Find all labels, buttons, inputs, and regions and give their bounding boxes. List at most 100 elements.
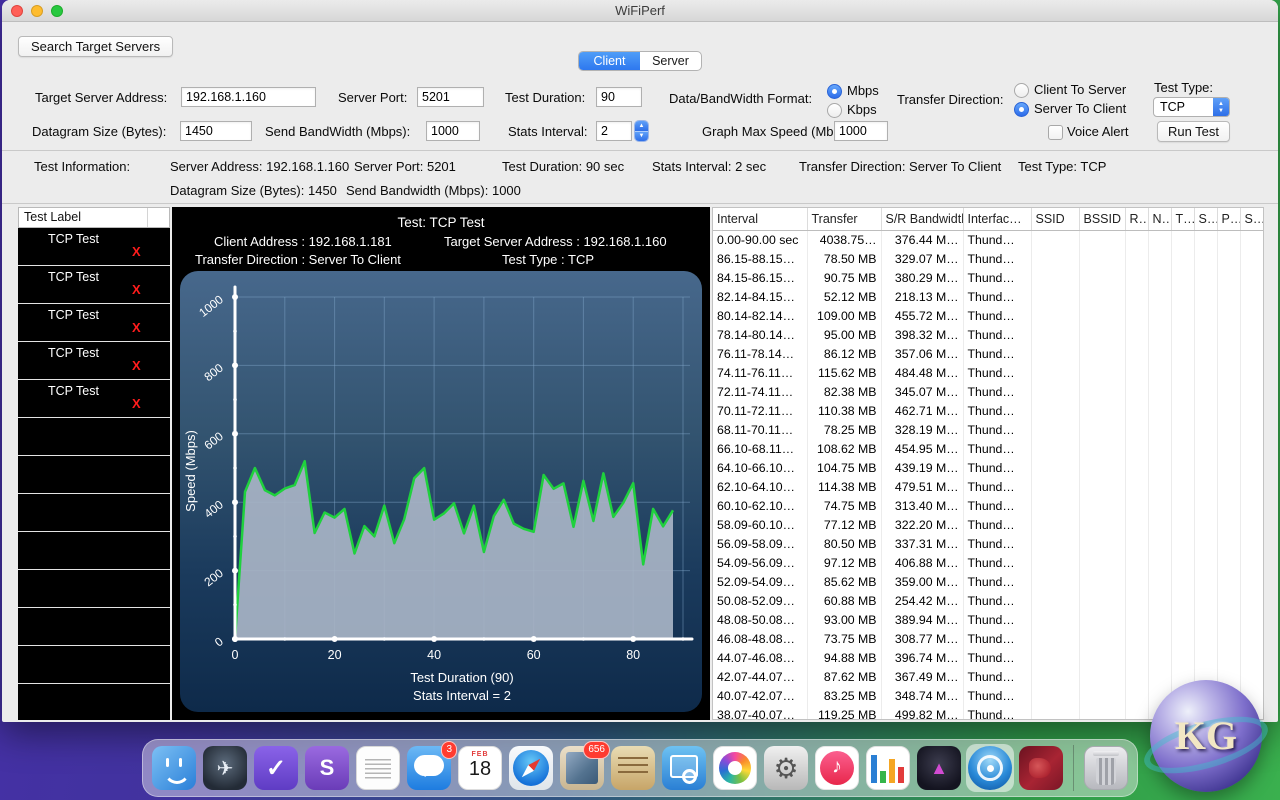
column-header[interactable]: Interfac… bbox=[963, 208, 1031, 230]
test-label-row[interactable]: TCP TestX bbox=[18, 228, 170, 266]
dock-item-notes[interactable] bbox=[609, 744, 657, 792]
interval-row[interactable]: 84.15-86.15…90.75 MB380.29 M…Thund… bbox=[713, 268, 1263, 287]
interval-row[interactable]: 62.10-64.10…114.38 MB479.51 M…Thund… bbox=[713, 477, 1263, 496]
dock-item-messages[interactable]: 3 bbox=[405, 744, 453, 792]
graph-max-speed-input[interactable] bbox=[834, 121, 888, 141]
dock-item-s-app[interactable]: S bbox=[303, 744, 351, 792]
dock-item-photos[interactable] bbox=[711, 744, 759, 792]
dock-item-stamps-app[interactable]: 656 bbox=[558, 744, 606, 792]
interval-row[interactable]: 64.10-66.10…104.75 MB439.19 M…Thund… bbox=[713, 458, 1263, 477]
interval-cell: 48.08-50.08… bbox=[713, 610, 807, 629]
column-header[interactable]: SSID bbox=[1031, 208, 1079, 230]
interval-cell: Thund… bbox=[963, 401, 1031, 420]
interval-row[interactable]: 46.08-48.08…73.75 MB308.77 M…Thund… bbox=[713, 629, 1263, 648]
radio-mbps[interactable] bbox=[827, 84, 842, 99]
interval-row[interactable]: 68.11-70.11…78.25 MB328.19 M…Thund… bbox=[713, 420, 1263, 439]
interval-cell bbox=[1194, 515, 1217, 534]
column-header[interactable]: BSSID bbox=[1079, 208, 1125, 230]
speed-chart: 02004006008001000020406080Speed (Mbps)Te… bbox=[180, 271, 702, 712]
interval-row[interactable]: 60.10-62.10…74.75 MB313.40 M…Thund… bbox=[713, 496, 1263, 515]
interval-row[interactable]: 82.14-84.15…52.12 MB218.13 M…Thund… bbox=[713, 287, 1263, 306]
interval-cell bbox=[1031, 325, 1079, 344]
interval-row[interactable]: 72.11-74.11…82.38 MB345.07 M…Thund… bbox=[713, 382, 1263, 401]
delete-test-icon[interactable]: X bbox=[132, 396, 141, 411]
test-duration-input[interactable] bbox=[596, 87, 642, 107]
column-header[interactable]: S/R Bandwidth bbox=[881, 208, 963, 230]
column-header[interactable]: N… bbox=[1148, 208, 1171, 230]
close-window-icon[interactable] bbox=[11, 5, 23, 17]
segment-client[interactable]: Client bbox=[579, 52, 640, 70]
delete-test-icon[interactable]: X bbox=[132, 320, 141, 335]
dock-item-system-preferences[interactable]: ⚙ bbox=[762, 744, 810, 792]
send-bandwidth-input[interactable] bbox=[426, 121, 480, 141]
stats-interval-stepper[interactable] bbox=[634, 120, 649, 142]
column-header[interactable]: Interval bbox=[713, 208, 807, 230]
test-type-select[interactable]: TCP bbox=[1153, 97, 1230, 117]
interval-row[interactable]: 52.09-54.09…85.62 MB359.00 M…Thund… bbox=[713, 572, 1263, 591]
column-header[interactable]: S… bbox=[1194, 208, 1217, 230]
dock-item-calendar[interactable]: FEB18 bbox=[456, 744, 504, 792]
interval-row[interactable]: 86.15-88.15…78.50 MB329.07 M…Thund… bbox=[713, 249, 1263, 268]
column-header[interactable]: Transfer bbox=[807, 208, 881, 230]
run-test-button[interactable]: Run Test bbox=[1157, 121, 1230, 142]
dock-item-presentation-app[interactable]: ▲ bbox=[915, 744, 963, 792]
test-label-row[interactable]: TCP TestX bbox=[18, 380, 170, 418]
minimize-window-icon[interactable] bbox=[31, 5, 43, 17]
interval-row[interactable]: 48.08-50.08…93.00 MB389.94 M…Thund… bbox=[713, 610, 1263, 629]
column-header[interactable]: T… bbox=[1171, 208, 1194, 230]
target-server-address-input[interactable] bbox=[181, 87, 316, 107]
test-label-row[interactable]: TCP TestX bbox=[18, 266, 170, 304]
interval-row[interactable]: 50.08-52.09…60.88 MB254.42 M…Thund… bbox=[713, 591, 1263, 610]
dock-item-trash[interactable] bbox=[1082, 744, 1130, 792]
test-label-header[interactable]: Test Label bbox=[18, 207, 170, 228]
interval-row[interactable]: 76.11-78.14…86.12 MB357.06 M…Thund… bbox=[713, 344, 1263, 363]
radio-client-to-server[interactable] bbox=[1014, 83, 1029, 98]
delete-test-icon[interactable]: X bbox=[132, 282, 141, 297]
delete-test-icon[interactable]: X bbox=[132, 244, 141, 259]
zoom-window-icon[interactable] bbox=[51, 5, 63, 17]
interval-row[interactable]: 74.11-76.11…115.62 MB484.48 M…Thund… bbox=[713, 363, 1263, 382]
interval-row[interactable]: 70.11-72.11…110.38 MB462.71 M…Thund… bbox=[713, 401, 1263, 420]
datagram-size-input[interactable] bbox=[180, 121, 252, 141]
dock-item-launchpad[interactable]: ✈ bbox=[201, 744, 249, 792]
interval-cell: 357.06 M… bbox=[881, 344, 963, 363]
interval-row[interactable]: 80.14-82.14…109.00 MB455.72 M…Thund… bbox=[713, 306, 1263, 325]
dock-item-music[interactable] bbox=[813, 744, 861, 792]
dock-item-safari[interactable] bbox=[507, 744, 555, 792]
interval-cell: 84.15-86.15… bbox=[713, 268, 807, 287]
interval-row[interactable]: 66.10-68.11…108.62 MB454.95 M…Thund… bbox=[713, 439, 1263, 458]
titlebar[interactable]: WiFiPerf bbox=[2, 0, 1278, 22]
interval-cell bbox=[1171, 268, 1194, 287]
stepper-up-icon[interactable] bbox=[635, 121, 648, 132]
test-label-row[interactable]: TCP TestX bbox=[18, 304, 170, 342]
radio-kbps[interactable] bbox=[827, 103, 842, 118]
test-label-row[interactable]: TCP TestX bbox=[18, 342, 170, 380]
interval-row[interactable]: 54.09-56.09…97.12 MB406.88 M…Thund… bbox=[713, 553, 1263, 572]
dock-item-red-app[interactable] bbox=[1017, 744, 1065, 792]
interval-row[interactable]: 78.14-80.14…95.00 MB398.32 M…Thund… bbox=[713, 325, 1263, 344]
dock-item-finder[interactable] bbox=[150, 744, 198, 792]
interval-cell bbox=[1079, 496, 1125, 515]
voice-alert-checkbox[interactable] bbox=[1048, 125, 1063, 140]
search-target-servers-button[interactable]: Search Target Servers bbox=[18, 36, 173, 57]
server-port-input[interactable] bbox=[417, 87, 484, 107]
segment-server[interactable]: Server bbox=[640, 52, 701, 70]
interval-cell bbox=[1079, 534, 1125, 553]
dock-item-app-store[interactable] bbox=[660, 744, 708, 792]
stepper-down-icon[interactable] bbox=[635, 132, 648, 142]
interval-row[interactable]: 56.09-58.09…80.50 MB337.31 M…Thund… bbox=[713, 534, 1263, 553]
interval-row[interactable]: 44.07-46.08…94.88 MB396.74 M…Thund… bbox=[713, 648, 1263, 667]
interval-cell bbox=[1148, 420, 1171, 439]
column-header[interactable]: R… bbox=[1125, 208, 1148, 230]
delete-test-icon[interactable]: X bbox=[132, 358, 141, 373]
interval-row[interactable]: 0.00-90.00 sec4038.75…376.44 M…Thund… bbox=[713, 230, 1263, 249]
radio-server-to-client[interactable] bbox=[1014, 102, 1029, 117]
dock-item-textedit[interactable] bbox=[354, 744, 402, 792]
dock-item-usage-stats[interactable] bbox=[864, 744, 912, 792]
dock-item-wifiperf[interactable] bbox=[966, 744, 1014, 792]
interval-row[interactable]: 58.09-60.10…77.12 MB322.20 M…Thund… bbox=[713, 515, 1263, 534]
column-header[interactable]: S… bbox=[1240, 208, 1263, 230]
dock-item-checklist-app[interactable]: ✓ bbox=[252, 744, 300, 792]
column-header[interactable]: P… bbox=[1217, 208, 1240, 230]
stats-interval-input[interactable] bbox=[596, 121, 632, 141]
